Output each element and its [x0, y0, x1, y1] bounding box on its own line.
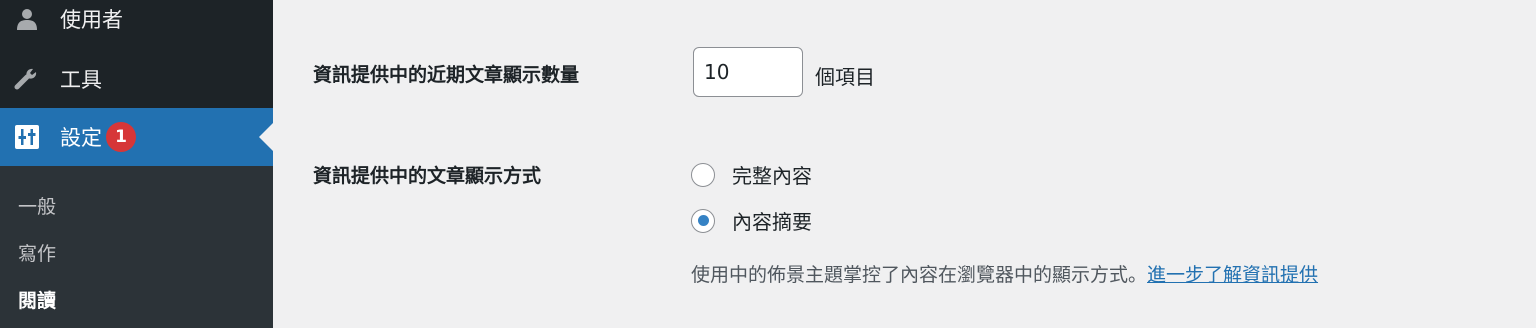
user-icon [12, 4, 42, 34]
posts-per-feed-input[interactable] [693, 47, 803, 97]
radio-button-unchecked[interactable] [691, 162, 715, 187]
current-menu-arrow [259, 123, 273, 151]
wrench-icon [12, 64, 42, 94]
menu-item-tools[interactable]: 工具 [0, 50, 273, 108]
radio-option-excerpt[interactable]: 內容摘要 [691, 206, 812, 235]
feed-description: 使用中的佈景主題掌控了內容在瀏覽器中的顯示方式。進一步了解資訊提供 [691, 260, 1318, 287]
menu-item-users[interactable]: 使用者 [0, 0, 273, 48]
update-count-badge: 1 [106, 122, 136, 152]
radio-label: 完整內容 [732, 164, 812, 188]
settings-submenu: 一般 寫作 閱讀 [0, 166, 273, 328]
settings-main: 資訊提供中的近期文章顯示數量 個項目 資訊提供中的文章顯示方式 完整內容 內容摘… [273, 0, 1536, 328]
radio-label: 內容摘要 [732, 210, 812, 234]
description-text: 使用中的佈景主題掌控了內容在瀏覽器中的顯示方式。 [691, 264, 1148, 286]
feed-content-label: 資訊提供中的文章顯示方式 [313, 165, 542, 187]
learn-more-link[interactable]: 進一步了解資訊提供 [1147, 264, 1318, 286]
submenu-item-general[interactable]: 一般 [18, 192, 56, 219]
radio-option-full-text[interactable]: 完整內容 [691, 160, 812, 189]
submenu-item-reading[interactable]: 閱讀 [18, 286, 56, 313]
posts-per-feed-label: 資訊提供中的近期文章顯示數量 [313, 64, 580, 86]
settings-sliders-icon [12, 122, 42, 152]
submenu-item-writing[interactable]: 寫作 [18, 239, 56, 266]
radio-dot [697, 215, 709, 226]
menu-item-label: 使用者 [60, 8, 123, 32]
menu-item-label: 設定 [60, 126, 102, 150]
menu-item-settings[interactable]: 設定 1 [0, 108, 273, 166]
menu-item-label: 工具 [60, 68, 102, 92]
posts-per-feed-suffix: 個項目 [815, 65, 875, 89]
radio-button-checked[interactable] [691, 208, 715, 233]
admin-sidebar: 使用者 工具 設定 1 一般 寫作 閱讀 [0, 0, 273, 328]
